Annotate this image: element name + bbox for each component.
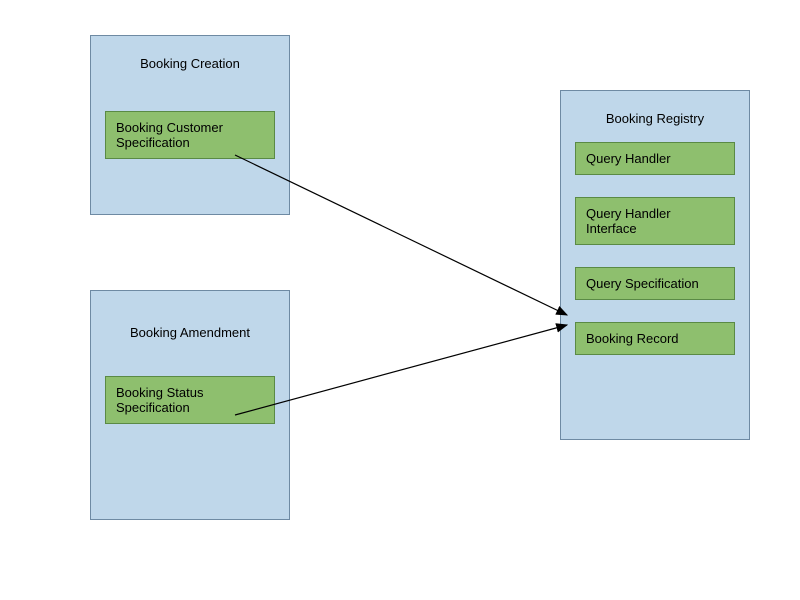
module-booking-creation: Booking Creation Booking Customer Specif… bbox=[90, 35, 290, 215]
box-label: Booking Status Specification bbox=[116, 385, 203, 415]
module-title-creation: Booking Creation bbox=[105, 56, 275, 71]
module-title-amendment: Booking Amendment bbox=[105, 325, 275, 340]
box-label: Query Handler Interface bbox=[586, 206, 671, 236]
box-label: Query Specification bbox=[586, 276, 699, 291]
box-booking-customer-specification: Booking Customer Specification bbox=[105, 111, 275, 159]
box-booking-status-specification: Booking Status Specification bbox=[105, 376, 275, 424]
box-label: Query Handler bbox=[586, 151, 671, 166]
box-label: Booking Customer Specification bbox=[116, 120, 223, 150]
module-booking-amendment: Booking Amendment Booking Status Specifi… bbox=[90, 290, 290, 520]
box-query-handler-interface: Query Handler Interface bbox=[575, 197, 735, 245]
box-booking-record: Booking Record bbox=[575, 322, 735, 355]
module-title-registry: Booking Registry bbox=[575, 111, 735, 126]
module-booking-registry: Booking Registry Query Handler Query Han… bbox=[560, 90, 750, 440]
box-query-handler: Query Handler bbox=[575, 142, 735, 175]
box-query-specification: Query Specification bbox=[575, 267, 735, 300]
box-label: Booking Record bbox=[586, 331, 679, 346]
